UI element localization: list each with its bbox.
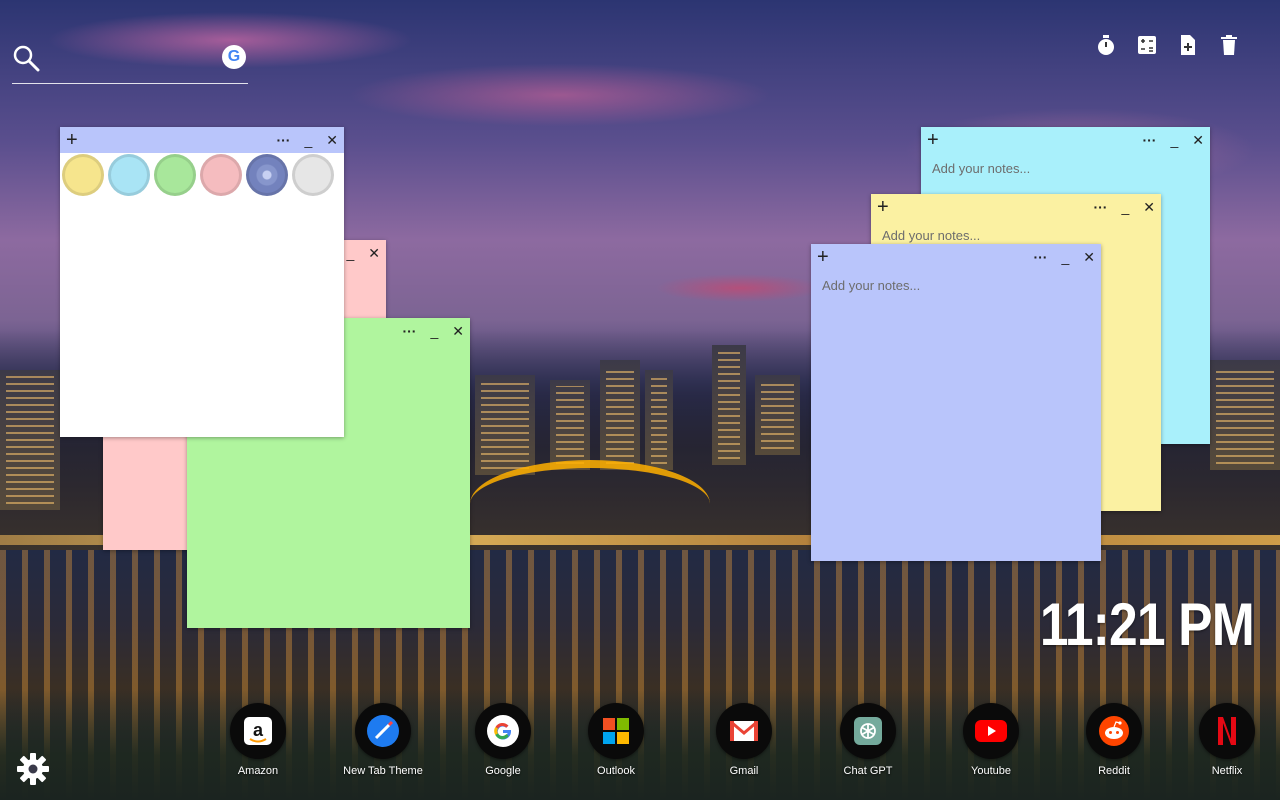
add-note-button[interactable]: + bbox=[877, 195, 889, 219]
add-note-button[interactable]: + bbox=[66, 128, 78, 152]
add-note-icon[interactable] bbox=[1177, 34, 1199, 56]
search-icon[interactable] bbox=[12, 44, 40, 72]
more-options-button[interactable]: ··· bbox=[1093, 199, 1107, 215]
chatgpt-icon bbox=[840, 703, 896, 759]
close-button[interactable]: ✕ bbox=[1143, 199, 1155, 216]
dock-item-amazon[interactable]: a Amazon bbox=[213, 703, 303, 777]
gear-icon[interactable] bbox=[16, 752, 50, 786]
building bbox=[712, 345, 746, 465]
close-button[interactable]: ✕ bbox=[1083, 249, 1095, 266]
reddit-icon bbox=[1086, 703, 1142, 759]
color-swatch-blue[interactable] bbox=[108, 154, 150, 196]
note-controls: ··· _ ✕ bbox=[1033, 244, 1095, 270]
dock-item-reddit[interactable]: Reddit bbox=[1069, 703, 1159, 777]
building bbox=[1210, 360, 1280, 470]
minimize-button[interactable]: _ bbox=[430, 323, 438, 339]
color-swatch-pink[interactable] bbox=[200, 154, 242, 196]
dock-item-new-tab-theme[interactable]: New Tab Theme bbox=[338, 703, 428, 777]
dock-label: Google bbox=[485, 765, 521, 777]
minimize-button[interactable]: _ bbox=[346, 245, 354, 261]
trash-icon[interactable] bbox=[1218, 34, 1240, 56]
building bbox=[755, 375, 800, 455]
sticky-note-periwinkle[interactable]: + ··· _ ✕ bbox=[811, 244, 1101, 561]
more-options-button[interactable]: ··· bbox=[276, 132, 290, 148]
color-swatches bbox=[60, 153, 344, 197]
minimize-button[interactable]: _ bbox=[1170, 132, 1178, 148]
close-button[interactable]: ✕ bbox=[368, 245, 380, 262]
dock-label: Netflix bbox=[1211, 765, 1243, 777]
youtube-icon bbox=[963, 703, 1019, 759]
dock-item-outlook[interactable]: Outlook bbox=[571, 703, 661, 777]
close-button[interactable]: ✕ bbox=[1192, 132, 1204, 149]
note-controls: ··· _ ✕ bbox=[1093, 194, 1155, 220]
dock-label: Chat GPT bbox=[843, 765, 893, 777]
minimize-button[interactable]: _ bbox=[1121, 199, 1129, 215]
note-controls: ··· _ ✕ bbox=[1142, 127, 1204, 153]
more-options-button[interactable]: ··· bbox=[1033, 249, 1047, 265]
dock-item-gmail[interactable]: Gmail bbox=[699, 703, 789, 777]
search-bar: G bbox=[12, 40, 248, 84]
dock-item-google[interactable]: Google bbox=[458, 703, 548, 777]
building bbox=[475, 375, 535, 475]
dock-label: Reddit bbox=[1098, 765, 1130, 777]
timer-icon[interactable] bbox=[1095, 34, 1117, 56]
note-header[interactable]: + ··· _ ✕ bbox=[871, 194, 1161, 220]
dock-item-netflix[interactable]: Netflix bbox=[1182, 703, 1272, 777]
note-controls: ··· _ ✕ bbox=[402, 318, 464, 344]
close-button[interactable]: ✕ bbox=[452, 323, 464, 340]
close-button[interactable]: ✕ bbox=[326, 132, 338, 149]
building bbox=[645, 370, 673, 470]
netflix-icon bbox=[1199, 703, 1255, 759]
dock-item-youtube[interactable]: Youtube bbox=[946, 703, 1036, 777]
color-swatch-purple-selected[interactable] bbox=[246, 154, 288, 196]
gmail-icon bbox=[716, 703, 772, 759]
svg-text:a: a bbox=[253, 720, 264, 740]
more-options-button[interactable]: ··· bbox=[1142, 132, 1156, 148]
google-icon[interactable]: G bbox=[222, 45, 246, 69]
dock-item-chatgpt[interactable]: Chat GPT bbox=[823, 703, 913, 777]
color-swatch-yellow[interactable] bbox=[62, 154, 104, 196]
minimize-button[interactable]: _ bbox=[1061, 249, 1069, 265]
dock-label: New Tab Theme bbox=[343, 765, 423, 777]
search-input[interactable] bbox=[52, 46, 226, 70]
calculator-icon[interactable] bbox=[1136, 34, 1158, 56]
note-header[interactable]: + ··· _ ✕ bbox=[60, 127, 344, 153]
dock-label: Outlook bbox=[597, 765, 635, 777]
google-icon bbox=[475, 703, 531, 759]
note-textarea[interactable] bbox=[820, 276, 1096, 550]
new-tab-theme-icon bbox=[355, 703, 411, 759]
minimize-button[interactable]: _ bbox=[304, 132, 312, 148]
note-header[interactable]: + ··· _ ✕ bbox=[811, 244, 1101, 270]
clock: 11:21 PM bbox=[1040, 591, 1255, 658]
note-header[interactable]: + ··· _ ✕ bbox=[921, 127, 1210, 153]
note-controls: ··· _ ✕ bbox=[276, 127, 338, 153]
outlook-icon bbox=[588, 703, 644, 759]
amazon-icon: a bbox=[230, 703, 286, 759]
dock-label: Youtube bbox=[971, 765, 1011, 777]
add-note-button[interactable]: + bbox=[927, 128, 939, 152]
add-note-button[interactable]: + bbox=[817, 245, 829, 269]
color-swatch-white[interactable] bbox=[292, 154, 334, 196]
building bbox=[550, 380, 590, 470]
sticky-note-color-picker[interactable]: + ··· _ ✕ bbox=[60, 127, 344, 437]
dock-label: Gmail bbox=[729, 765, 759, 777]
more-options-button[interactable]: ··· bbox=[402, 323, 416, 339]
building bbox=[0, 370, 60, 510]
toolbar bbox=[1095, 34, 1240, 56]
note-controls: _ ✕ bbox=[346, 240, 380, 266]
building bbox=[600, 360, 640, 470]
dock-label: Amazon bbox=[237, 765, 279, 777]
color-swatch-green[interactable] bbox=[154, 154, 196, 196]
